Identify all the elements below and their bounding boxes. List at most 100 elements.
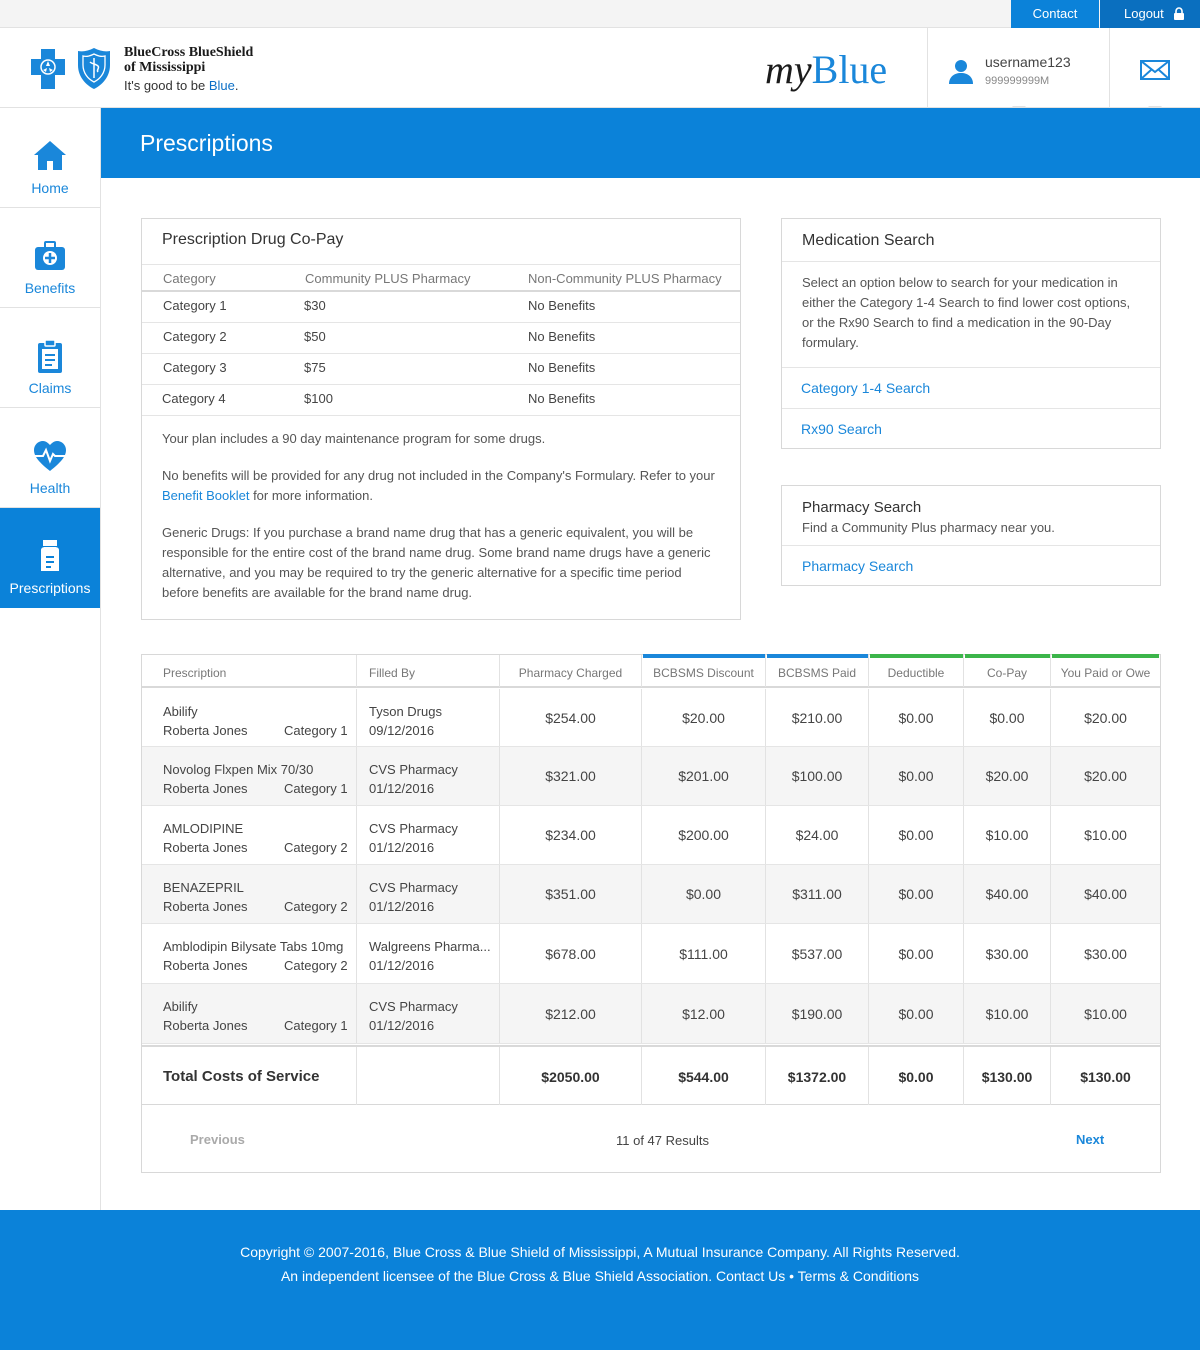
member-name: Roberta Jones: [163, 723, 248, 738]
formulary-note-text: No benefits will be provided for any dru…: [162, 468, 715, 483]
tagline-prefix: It's good to be: [124, 78, 209, 93]
sidebar-item-label: Benefits: [24, 280, 76, 296]
filled-by-header: Filled By: [357, 655, 500, 687]
copay-cell: $10.00: [964, 806, 1051, 864]
fill-date: 01/12/2016: [369, 781, 435, 796]
sidebar-item-prescriptions[interactable]: Prescriptions: [0, 508, 100, 608]
pharmacy-name: CVS Pharmacy: [369, 821, 458, 836]
copay-table-header: Category Community PLUS Pharmacy Non-Com…: [142, 264, 740, 292]
sidebar-item-claims[interactable]: Claims: [0, 308, 100, 408]
sidebar-item-label: Prescriptions: [9, 580, 91, 596]
user-menu[interactable]: username123 999999999M: [927, 28, 1110, 113]
total-copay-cell: $130.00: [964, 1047, 1051, 1105]
discount-cell: $111.00: [642, 924, 766, 983]
fill-date: 01/12/2016: [369, 840, 435, 855]
contact-button[interactable]: Contact: [1011, 0, 1099, 28]
drug-name: BENAZEPRIL: [163, 880, 244, 895]
total-paid: $1372.00: [787, 1069, 847, 1085]
community-cell: $50: [304, 329, 326, 344]
copay-cell: $20.00: [964, 747, 1051, 805]
category-cell: Category 1: [163, 298, 227, 313]
logout-button[interactable]: Logout: [1100, 0, 1200, 28]
heart-pulse-icon: [34, 441, 67, 471]
deductible-cell: $0.00: [869, 865, 964, 923]
totals-empty-cell: [357, 1047, 500, 1105]
totals-label: Total Costs of Service: [163, 1068, 320, 1085]
you-paid-or-owe-header: You Paid or Owe: [1060, 666, 1151, 680]
total-charged-cell: $2050.00: [500, 1047, 642, 1105]
pharmacy-name: CVS Pharmacy: [369, 880, 458, 895]
header-accent-bar: [870, 654, 963, 658]
username: username123: [985, 54, 1071, 70]
paid-cell: $210.00: [766, 689, 869, 746]
table-row[interactable]: AMLODIPINE Roberta Jones Category 2 CVS Pha…: [142, 806, 1160, 865]
licensee-links[interactable]: An independent licensee of the Blue Cros…: [0, 1264, 1200, 1288]
prescription-cell: AMLODIPINE Roberta Jones Category 2: [142, 806, 357, 864]
sidebar-item-benefits[interactable]: Benefits: [0, 208, 100, 308]
sidebar-item-health[interactable]: Health: [0, 408, 100, 508]
medicine-bottle-icon: [41, 540, 59, 571]
brand-line-1: BlueCross BlueShield: [124, 45, 254, 60]
category-cell: Category 3: [163, 360, 227, 375]
sidebar-item-home[interactable]: Home: [0, 108, 100, 208]
drug-name: AMLODIPINE: [163, 821, 244, 836]
table-row[interactable]: BENAZEPRIL Roberta Jones Category 2 CVS Pha…: [142, 865, 1160, 924]
previous-button[interactable]: Previous: [190, 1132, 245, 1147]
charged-cell: $212.00: [500, 984, 642, 1043]
brand-tagline: It's good to be Blue.: [124, 78, 239, 93]
copay-header: Co-Pay: [964, 655, 1051, 687]
sidebar-item-label: Home: [31, 180, 69, 196]
drug-name: Amblodipin Bilysate Tabs 10mg: [163, 939, 344, 954]
total-discount-cell: $544.00: [642, 1047, 766, 1105]
non-community-cell: No Benefits: [528, 298, 596, 313]
charged-cell: $254.00: [500, 689, 642, 746]
benefit-booklet-link[interactable]: Benefit Booklet: [162, 488, 249, 503]
total-deductible: $0.00: [898, 1069, 934, 1085]
member-name: Roberta Jones: [163, 840, 248, 855]
logout-label: Logout: [1124, 6, 1164, 21]
table-row[interactable]: Amblodipin Bilysate Tabs 10mg Roberta Jon…: [142, 924, 1160, 984]
filled-by-cell: CVS Pharmacy 01/12/2016: [357, 984, 500, 1043]
deductible-cell: $0.00: [869, 984, 964, 1043]
charged-cell: $321.00: [500, 747, 642, 805]
fill-date: 01/12/2016: [369, 1018, 435, 1033]
tagline-blue: Blue: [208, 78, 235, 93]
column-header: Community PLUS Pharmacy: [305, 271, 471, 286]
charged-cell: $234.00: [500, 806, 642, 864]
mail-icon: [1140, 60, 1170, 80]
table-row[interactable]: Abilify Roberta Jones Category 1 CVS Pharma…: [142, 984, 1160, 1044]
messages-button[interactable]: [1110, 28, 1200, 113]
logo-my: my: [765, 47, 812, 92]
generic-drugs-note: Generic Drugs: If you purchase a brand n…: [162, 525, 711, 600]
discount-cell: $12.00: [642, 984, 766, 1043]
bcbs-logo[interactable]: BlueCross BlueShield of Mississippi It's…: [28, 44, 278, 94]
prescription-cell: BENAZEPRIL Roberta Jones Category 2: [142, 865, 357, 923]
pharmacy-search-link[interactable]: Pharmacy Search: [782, 545, 1160, 586]
header-accent-bar: [767, 654, 868, 658]
drug-name: Novolog Flxpen Mix 70/30: [163, 762, 314, 777]
copay-cell: $0.00: [964, 689, 1051, 746]
total-charged: $2050.00: [541, 1069, 600, 1085]
category-search-link[interactable]: Category 1-4 Search: [782, 367, 1160, 408]
page-title-band: Prescriptions: [101, 108, 1200, 178]
owe-cell: $40.00: [1084, 886, 1127, 902]
header-accent-bar: [643, 654, 765, 658]
discount-cell: $201.00: [642, 747, 766, 805]
sidebar-nav: Home Benefits Claims Health Prescription…: [0, 108, 101, 1210]
filled-by-cell: Tyson Drugs 09/12/2016: [357, 689, 500, 746]
deductible-cell: $0.00: [869, 806, 964, 864]
drug-category: Category 2: [284, 958, 348, 973]
drug-name: Abilify: [163, 999, 198, 1014]
paid-cell: $100.00: [766, 747, 869, 805]
deductible-header: Deductible: [869, 655, 964, 687]
table-row[interactable]: Novolog Flxpen Mix 70/30 Roberta Jones Cat…: [142, 747, 1160, 806]
table-row[interactable]: Abilify Roberta Jones Category 1 Tyson Drug…: [142, 689, 1160, 747]
owe-cell: $20.00: [1084, 768, 1127, 784]
rx90-search-link[interactable]: Rx90 Search: [782, 408, 1160, 449]
prescription-cell: Amblodipin Bilysate Tabs 10mg Roberta Jon…: [142, 924, 357, 983]
table-row: Category 1 $30 No Benefits: [142, 292, 740, 323]
filled-by-cell: CVS Pharmacy 01/12/2016: [357, 806, 500, 864]
sidebar-item-label: Health: [29, 480, 71, 496]
next-button[interactable]: Next: [1076, 1132, 1104, 1147]
pharmacy-charged-header: Pharmacy Charged: [500, 655, 642, 687]
